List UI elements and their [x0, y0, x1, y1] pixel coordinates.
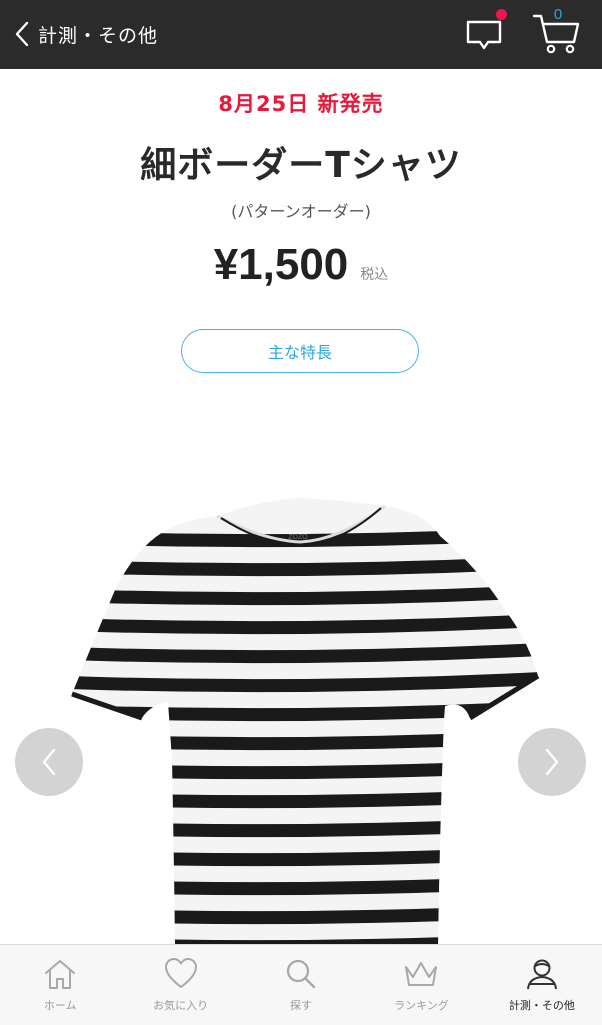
home-icon	[45, 960, 76, 989]
tab-label: ランキング	[394, 999, 449, 1012]
back-label: 計測・その他	[38, 24, 159, 47]
price-row: ¥1,500 税込	[0, 240, 602, 290]
next-image-button[interactable]	[518, 728, 586, 796]
crown-icon	[405, 962, 438, 986]
product-title: 細ボーダーTシャツ	[140, 145, 462, 186]
tab-label: 探す	[290, 999, 313, 1012]
release-date: 8月25日 新発売	[218, 92, 384, 116]
cart-count-badge: 0	[553, 6, 563, 23]
shirt-logo: ZOZO	[288, 534, 308, 541]
bottom-tab-bar: ホーム お気に入り 探す ランキング 計測・その他	[0, 944, 602, 1025]
person-icon	[526, 959, 557, 990]
top-bar: 計測・その他 0	[0, 0, 602, 69]
features-button[interactable]: 主な特長	[181, 329, 419, 373]
heart-icon	[164, 958, 197, 988]
tab-favorites[interactable]: お気に入り	[120, 945, 240, 1025]
back-button[interactable]: 計測・その他	[14, 12, 158, 56]
tab-home[interactable]: ホーム	[0, 945, 120, 1025]
previous-image-button[interactable]	[15, 728, 83, 796]
tab-ranking[interactable]: ランキング	[361, 945, 481, 1025]
chevron-right-icon	[545, 748, 559, 776]
tab-label: 計測・その他	[508, 999, 575, 1012]
chevron-left-icon	[42, 748, 56, 776]
tax-label: 税込	[360, 267, 389, 283]
tab-label: お気に入り	[153, 999, 209, 1012]
tab-label: ホーム	[43, 999, 77, 1012]
tab-search[interactable]: 探す	[241, 945, 361, 1025]
tab-account[interactable]: 計測・その他	[482, 945, 602, 1025]
product-subtitle: (パターンオーダー)	[231, 202, 371, 221]
chevron-left-icon	[15, 21, 29, 47]
product-price: ¥1,500	[213, 240, 349, 289]
search-icon	[286, 959, 316, 989]
product-image: ZOZO	[71, 498, 540, 945]
notification-dot	[496, 9, 507, 20]
